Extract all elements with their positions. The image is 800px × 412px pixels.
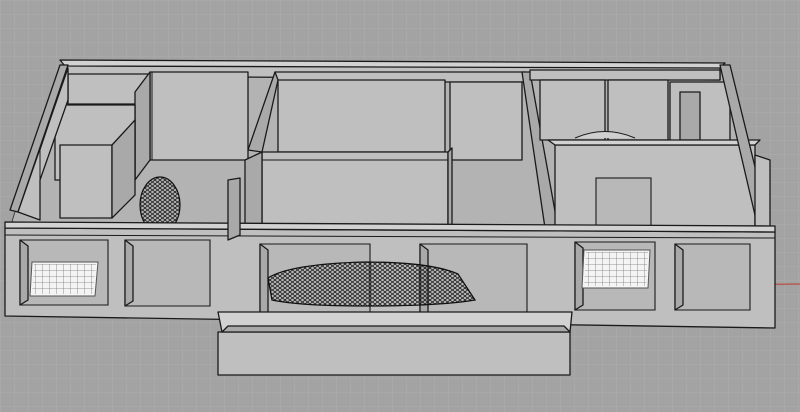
front-divider xyxy=(227,177,241,241)
central-front-partition-side xyxy=(447,147,453,229)
right-front-wall-top xyxy=(547,139,761,146)
right-small-room-inner xyxy=(679,91,701,141)
right-front-wall xyxy=(554,144,756,233)
right-wall-opening xyxy=(595,177,652,229)
balcony-parapet xyxy=(217,331,571,376)
central-divider xyxy=(244,151,263,231)
balcony-parapet-inner xyxy=(221,325,571,333)
rhino-perspective-viewport[interactable] xyxy=(0,0,800,412)
left-room-b-wall xyxy=(149,71,249,161)
vent-grille-left xyxy=(29,261,99,297)
central-front-partition xyxy=(261,151,449,229)
right-end-wall xyxy=(754,154,771,233)
front-opening-2 xyxy=(124,239,211,307)
vent-grille-right xyxy=(581,249,651,289)
left-rear-wall-inner xyxy=(59,144,113,219)
right-room-wall-2 xyxy=(607,79,669,141)
right-back-wall xyxy=(529,69,721,81)
central-right-wall xyxy=(449,81,523,161)
front-opening-6 xyxy=(674,243,751,311)
central-room-wall xyxy=(277,79,446,153)
left-partition xyxy=(134,71,151,181)
right-room-wall xyxy=(539,79,606,141)
scene-canvas[interactable] xyxy=(0,0,800,412)
